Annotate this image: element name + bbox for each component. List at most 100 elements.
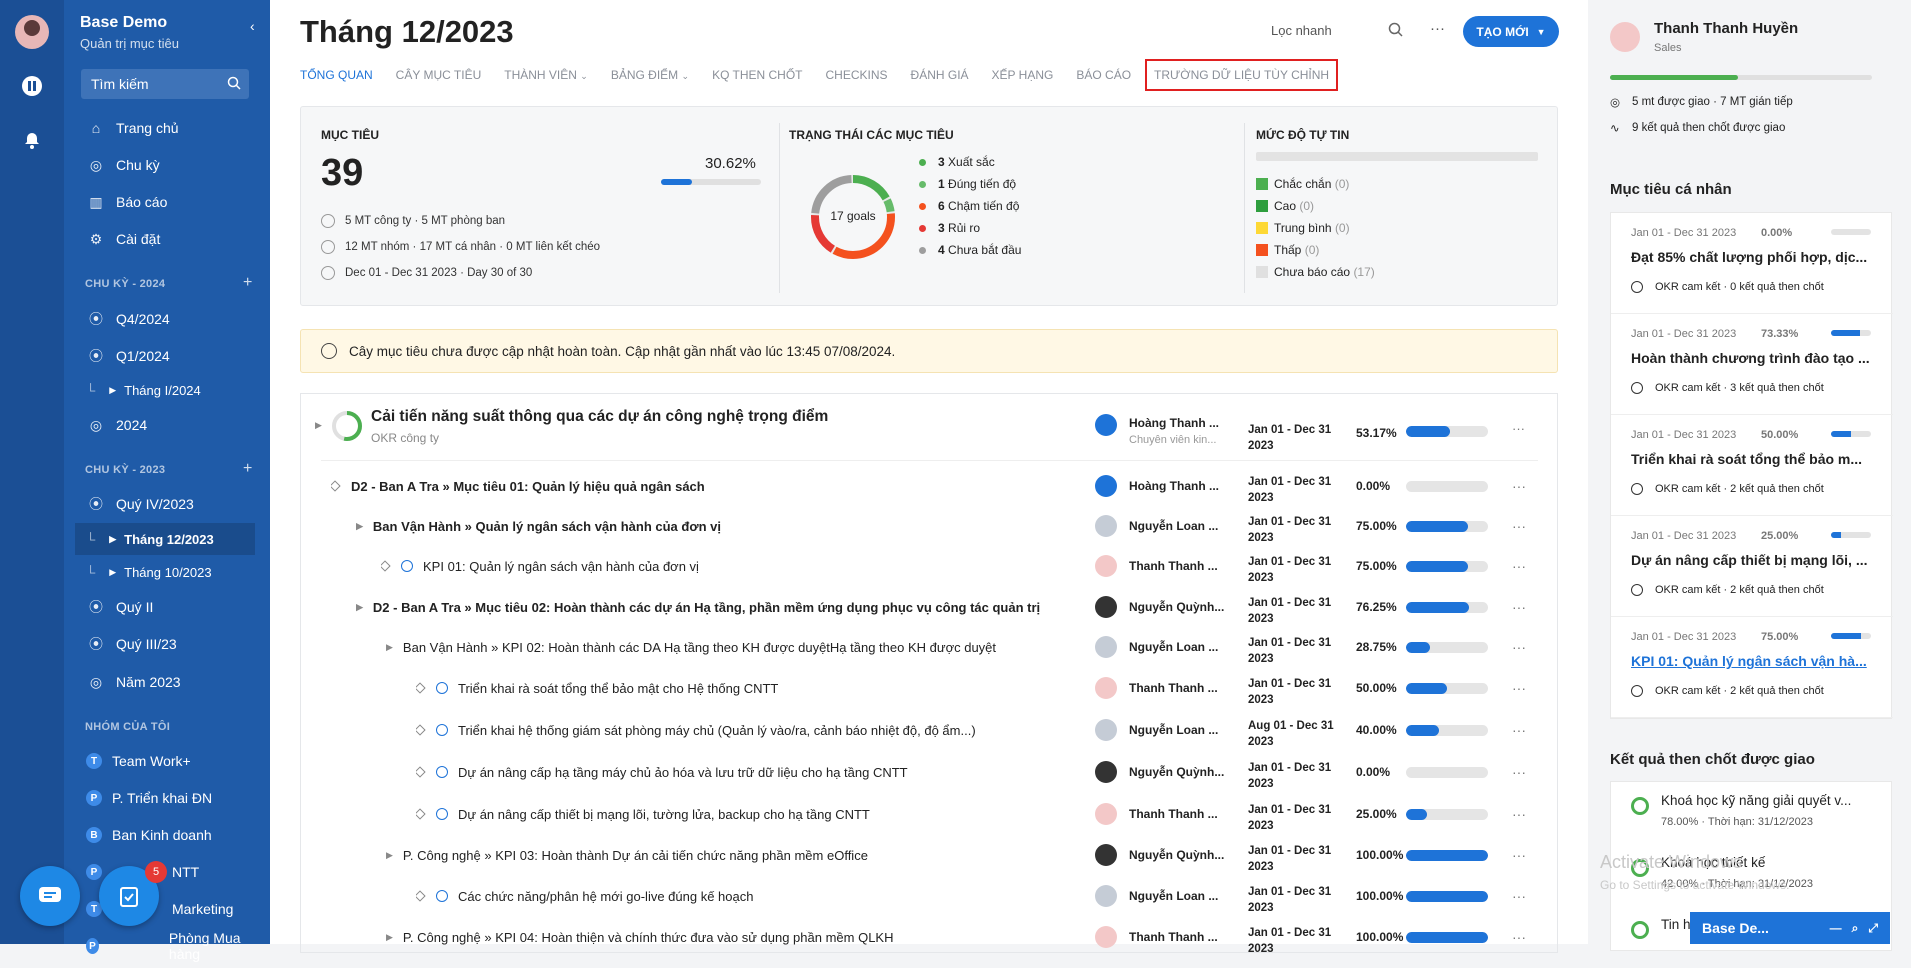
row-menu-icon[interactable]: ···: [1512, 722, 1526, 738]
tab-overview[interactable]: TỔNG QUAN: [300, 68, 373, 82]
row-menu-icon[interactable]: ···: [1512, 806, 1526, 822]
tree-row[interactable]: ▶ P. Công nghệ » KPI 03: Hoàn thành Dự án…: [301, 835, 1559, 875]
tab-goal-tree[interactable]: CÂY MỤC TIÊU: [396, 68, 482, 82]
personal-goal-card[interactable]: Jan 01 - Dec 31 2023 50.00% Triển khai rà …: [1611, 415, 1893, 516]
profile-avatar[interactable]: [1610, 22, 1640, 52]
status-item[interactable]: 3 Rủi ro: [919, 221, 980, 235]
tab-members[interactable]: THÀNH VIÊN ⌄: [504, 68, 588, 82]
tree-row[interactable]: Dự án nâng cấp hạ tầng máy chủ ảo hóa và…: [301, 752, 1559, 792]
row-name[interactable]: Triển khai hệ thống giám sát phòng máy c…: [416, 710, 1081, 750]
personal-goal-card[interactable]: Jan 01 - Dec 31 2023 75.00% KPI 01: Quản l…: [1611, 617, 1893, 718]
personal-goal-card[interactable]: Jan 01 - Dec 31 2023 73.33% Hoàn thành chư…: [1611, 314, 1893, 415]
tree-row[interactable]: KPI 01: Quản lý ngân sách vận hành của đ…: [301, 546, 1559, 586]
tree-row[interactable]: Triển khai hệ thống giám sát phòng máy c…: [301, 710, 1559, 750]
cycle-thang-12-2023[interactable]: └ ▶ Tháng 12/2023: [75, 523, 255, 555]
caret-right-icon[interactable]: ▶: [386, 932, 393, 943]
tree-row[interactable]: Dự án nâng cấp thiết bị mạng lõi, tường …: [301, 794, 1559, 834]
search-icon[interactable]: [1388, 22, 1403, 41]
tab-scoreboard[interactable]: BẢNG ĐIỂM ⌄: [611, 68, 689, 82]
row-name[interactable]: ▶ Ban Vận Hành » Quản lý ngân sách vận hà…: [356, 506, 1081, 546]
cycle-nam-2023[interactable]: ◎ Năm 2023: [80, 666, 255, 698]
row-name[interactable]: D2 - Ban A Tra » Mục tiêu 01: Quản lý hi…: [331, 466, 1081, 506]
row-name[interactable]: ▶ P. Công nghệ » KPI 04: Hoàn thiện và ch…: [386, 917, 1081, 957]
sidebar-item-cycles[interactable]: ◎ Chu kỳ: [80, 149, 255, 181]
row-menu-icon[interactable]: ···: [1512, 847, 1526, 863]
bell-icon[interactable]: [20, 128, 44, 152]
sidebar-item-reports[interactable]: ▥ Báo cáo: [80, 186, 255, 218]
caret-right-icon[interactable]: ▶: [356, 602, 363, 613]
add-cycle-2024-icon[interactable]: +: [243, 274, 252, 292]
cycle-2024[interactable]: ◎ 2024: [80, 409, 255, 441]
personal-goal-card[interactable]: Jan 01 - Dec 31 2023 25.00% Dự án nâng cấp…: [1611, 516, 1893, 617]
okr-app-icon[interactable]: [20, 74, 44, 98]
row-name[interactable]: ▶ P. Công nghệ » KPI 03: Hoàn thành Dự án…: [386, 835, 1081, 875]
row-menu-icon[interactable]: ···: [1512, 680, 1526, 696]
search-icon[interactable]: ⌕: [1852, 921, 1859, 936]
top-goal-name[interactable]: Cải tiến năng suất thông qua các dự án c…: [371, 408, 828, 426]
status-item[interactable]: 6 Chậm tiến độ: [919, 199, 1019, 213]
more-options-icon[interactable]: ···: [1430, 20, 1445, 37]
tab-key-results[interactable]: KQ THEN CHỐT: [712, 68, 802, 82]
tree-row[interactable]: Các chức năng/phân hệ mới go-live đúng k…: [301, 876, 1559, 916]
row-menu-icon[interactable]: ···: [1512, 888, 1526, 904]
tree-row[interactable]: ▶ Ban Vận Hành » KPI 02: Hoàn thành các D…: [301, 627, 1559, 667]
cycle-quy-iv-2023[interactable]: ⦿ Quý IV/2023: [80, 488, 255, 520]
tab-checkins[interactable]: CHECKINS: [826, 68, 888, 82]
tree-row[interactable]: Triển khai rà soát tổng thể bảo mật cho …: [301, 668, 1559, 708]
kr-name[interactable]: Khoá học kỹ năng giải quyết v...: [1661, 793, 1881, 808]
status-item[interactable]: 4 Chưa bắt đầu: [919, 243, 1021, 257]
key-result-item[interactable]: Khoá học kỹ năng giải quyết v... 78.00% ·…: [1611, 782, 1893, 844]
mini-chat-bar[interactable]: Base De... — ⌕ ⤢: [1690, 912, 1890, 944]
row-name[interactable]: ▶ Ban Vận Hành » KPI 02: Hoàn thành các D…: [386, 627, 1081, 667]
personal-goal-card[interactable]: Jan 01 - Dec 31 2023 0.00% Đạt 85% chất lư…: [1611, 213, 1893, 314]
tree-row[interactable]: ▶ Ban Vận Hành » Quản lý ngân sách vận hà…: [301, 506, 1559, 546]
tab-ranking[interactable]: XẾP HẠNG: [992, 68, 1054, 82]
row-menu-icon[interactable]: ···: [1512, 929, 1526, 945]
caret-right-icon[interactable]: ▶: [386, 850, 393, 861]
row-name[interactable]: Triển khai rà soát tổng thể bảo mật cho …: [416, 668, 1081, 708]
caret-right-icon[interactable]: ▶: [356, 521, 363, 532]
goal-name[interactable]: Triển khai rà soát tổng thể bảo m...: [1631, 451, 1881, 467]
create-new-button[interactable]: TẠO MỚI ▼: [1463, 16, 1559, 47]
row-menu-icon[interactable]: ···: [1512, 639, 1526, 655]
row-name[interactable]: KPI 01: Quản lý ngân sách vận hành của đ…: [381, 546, 1081, 586]
row-menu-icon[interactable]: ···: [1512, 421, 1525, 436]
row-menu-icon[interactable]: ···: [1512, 518, 1526, 534]
row-menu-icon[interactable]: ···: [1512, 478, 1526, 494]
tree-row[interactable]: D2 - Ban A Tra » Mục tiêu 01: Quản lý hi…: [301, 466, 1559, 506]
row-name[interactable]: Dự án nâng cấp hạ tầng máy chủ ảo hóa và…: [416, 752, 1081, 792]
status-item[interactable]: 1 Đúng tiến độ: [919, 177, 1016, 191]
tree-row[interactable]: ▶ D2 - Ban A Tra » Mục tiêu 02: Hoàn thàn…: [301, 587, 1559, 627]
group-item[interactable]: B Ban Kinh doanh: [80, 819, 255, 851]
row-menu-icon[interactable]: ···: [1512, 599, 1526, 615]
cycle-quy-iii-23[interactable]: ⦿ Quý III/23: [80, 628, 255, 660]
goal-name[interactable]: Đạt 85% chất lượng phối hợp, dịc...: [1631, 249, 1881, 265]
add-cycle-2023-icon[interactable]: +: [243, 460, 252, 478]
status-item[interactable]: 3 Xuất sắc: [919, 155, 995, 169]
goal-name[interactable]: Dự án nâng cấp thiết bị mạng lõi, ...: [1631, 552, 1881, 568]
cycle-thang-i-2024[interactable]: └ ▶ Tháng I/2024: [80, 374, 255, 406]
search-icon[interactable]: [227, 76, 241, 93]
row-name[interactable]: Dự án nâng cấp thiết bị mạng lõi, tường …: [416, 794, 1081, 834]
sidebar-item-settings[interactable]: ⚙ Cài đặt: [80, 223, 255, 255]
row-name[interactable]: Các chức năng/phân hệ mới go-live đúng k…: [416, 876, 1081, 916]
caret-right-icon[interactable]: ▶: [315, 420, 322, 431]
minimize-icon[interactable]: —: [1830, 921, 1842, 935]
quick-filter[interactable]: Lọc nhanh: [1271, 23, 1332, 38]
caret-right-icon[interactable]: ▶: [386, 642, 393, 653]
sidebar-item-home[interactable]: ⌂ Trang chủ: [80, 112, 255, 144]
tab-reviews[interactable]: ĐÁNH GIÁ: [911, 68, 969, 82]
tab-reports[interactable]: BÁO CÁO: [1076, 68, 1131, 82]
group-item[interactable]: P Phòng Mua hàng: [80, 930, 255, 962]
row-menu-icon[interactable]: ···: [1512, 558, 1526, 574]
user-avatar[interactable]: [15, 15, 49, 49]
collapse-sidebar-icon[interactable]: ‹: [250, 18, 255, 34]
row-menu-icon[interactable]: ···: [1512, 764, 1526, 780]
group-item[interactable]: T Team Work+: [80, 745, 255, 777]
group-item[interactable]: P P. Triển khai ĐN: [80, 782, 255, 814]
sidebar-search-input[interactable]: Tìm kiếm: [81, 69, 249, 99]
row-name[interactable]: ▶ D2 - Ban A Tra » Mục tiêu 02: Hoàn thàn…: [356, 587, 1081, 627]
cycle-thang-10-2023[interactable]: └ ▶ Tháng 10/2023: [80, 556, 255, 588]
tab-custom-fields[interactable]: TRƯỜNG DỮ LIỆU TÙY CHỈNH: [1145, 59, 1339, 91]
tree-row[interactable]: ▶ P. Công nghệ » KPI 04: Hoàn thiện và ch…: [301, 917, 1559, 957]
